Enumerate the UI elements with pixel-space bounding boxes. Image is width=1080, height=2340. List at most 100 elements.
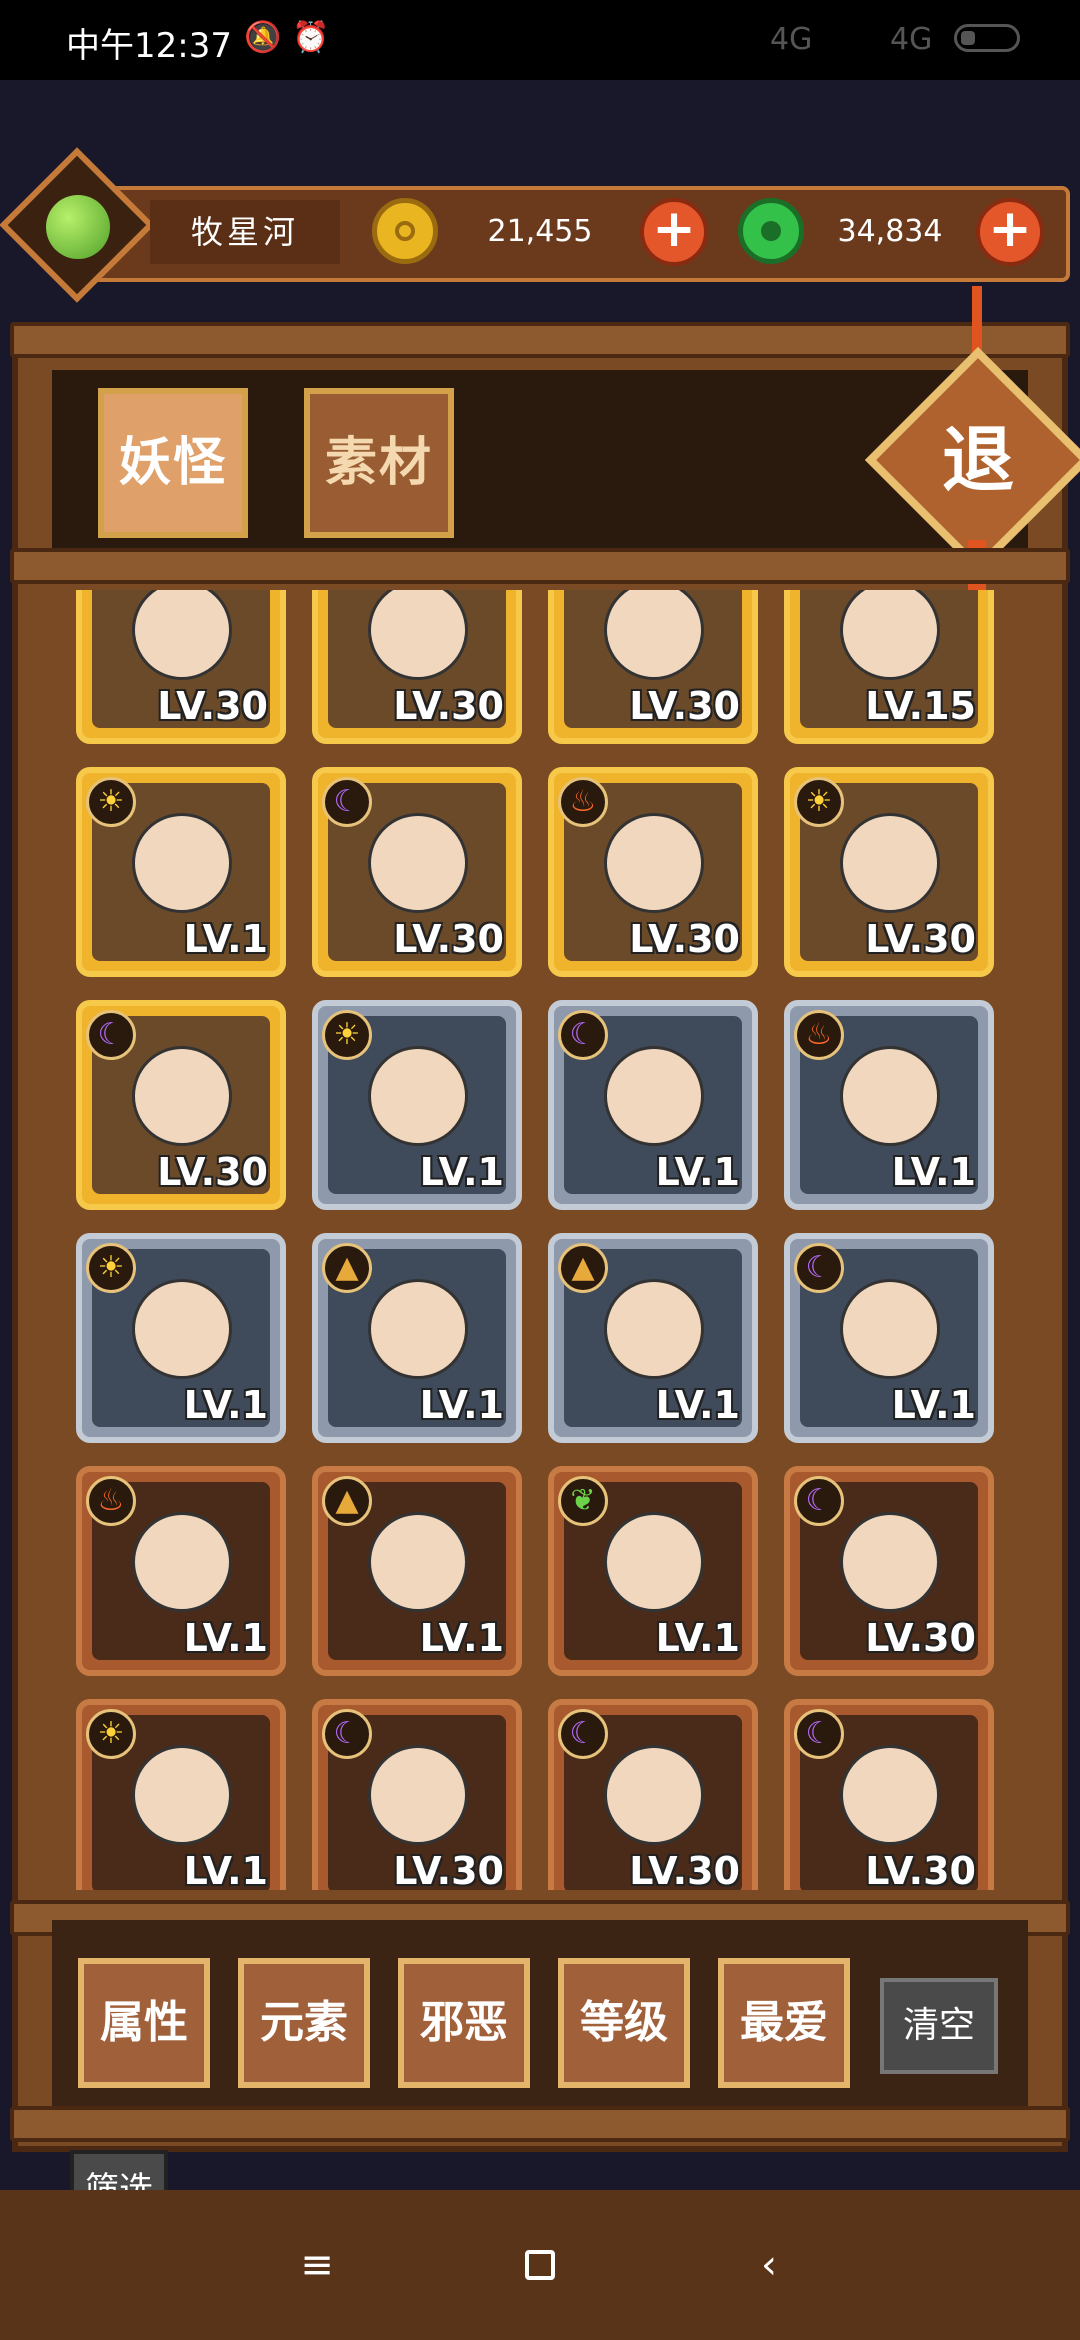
back-icon[interactable]: ‹ [734,2230,804,2300]
fire-element-icon: ♨ [794,1010,844,1060]
monster-card[interactable]: LV.15 [784,590,994,744]
moon-element-icon: ☾ [794,1243,844,1293]
monster-card[interactable]: ☀ LV.1 [76,1699,286,1890]
earth-element-icon: ▲ [558,1243,608,1293]
monster-face [840,1046,940,1146]
earth-element-icon: ▲ [322,1476,372,1526]
home-icon[interactable] [505,2230,575,2300]
jade-icon [738,198,804,264]
monster-card[interactable]: ▲ LV.1 [312,1466,522,1676]
monster-card[interactable]: ♨ LV.1 [76,1466,286,1676]
monster-card[interactable]: ☾ LV.30 [312,1699,522,1890]
monster-level: LV.30 [157,684,268,728]
monster-level: LV.30 [629,684,740,728]
status-time: 中午12:37 [66,26,232,66]
monster-face [132,1279,232,1379]
coin-icon [372,198,438,264]
filter-element-button[interactable]: 元素 [238,1958,370,2088]
player-name: 牧星河 [150,200,340,264]
monster-level: LV.30 [865,1616,976,1660]
add-jade-button[interactable]: + [976,198,1044,266]
moon-element-icon: ☾ [322,777,372,827]
moon-element-icon: ☾ [794,1709,844,1759]
monster-face [840,1745,940,1845]
clear-filter-button[interactable]: 清空 [880,1978,998,2074]
moon-element-icon: ☾ [86,1010,136,1060]
sun-element-icon: ☀ [86,1709,136,1759]
avatar[interactable] [46,195,110,259]
status-bar: 中午12:37 🔕 ⏰ 4G 4G [0,0,1080,80]
monster-card[interactable]: ☾ LV.1 [784,1233,994,1443]
monster-level: LV.30 [629,917,740,961]
monster-card[interactable]: LV.30 [312,590,522,744]
jade-amount: 34,834 [837,214,943,249]
monster-card[interactable]: ☾ LV.30 [312,767,522,977]
monster-card[interactable]: ☀ LV.1 [76,767,286,977]
moon-element-icon: ☾ [322,1709,372,1759]
frame-mid-beam [10,548,1070,584]
monster-card[interactable]: ▲ LV.1 [312,1233,522,1443]
monster-level: LV.1 [183,1616,268,1660]
monster-card[interactable]: ☾ LV.1 [548,1000,758,1210]
monster-face [604,1512,704,1612]
monster-level: LV.1 [655,1383,740,1427]
monster-grid: LV.30 LV.30 LV.30 LV.15 ☀ LV.1 ☾ LV.30 ♨ LV.30 ☀ LV… [76,590,1004,1890]
monster-card[interactable]: ▲ LV.1 [548,1233,758,1443]
monster-level: LV.1 [183,1383,268,1427]
exit-label[interactable]: 退 [898,380,1058,540]
filter-level-button[interactable]: 等级 [558,1958,690,2088]
monster-face [840,1512,940,1612]
filter-attribute-button[interactable]: 属性 [78,1958,210,2088]
monster-card[interactable]: ❦ LV.1 [548,1466,758,1676]
monster-level: LV.1 [891,1383,976,1427]
earth-element-icon: ▲ [322,1243,372,1293]
monster-card[interactable]: ♨ LV.30 [548,767,758,977]
moon-element-icon: ☾ [558,1709,608,1759]
leaf-element-icon: ❦ [558,1476,608,1526]
monster-face [368,1745,468,1845]
monster-face [368,1279,468,1379]
tab-monsters[interactable]: 妖怪 [98,388,248,538]
monster-level: LV.1 [419,1150,504,1194]
sun-element-icon: ☀ [322,1010,372,1060]
frame-base-beam [10,2106,1070,2142]
monster-level: LV.30 [393,684,504,728]
monster-face [132,1745,232,1845]
monster-face [132,1046,232,1146]
network-indicator-2: 4G [890,22,933,57]
monster-level: LV.30 [393,917,504,961]
monster-level: LV.30 [865,917,976,961]
coin-amount: 21,455 [487,214,593,249]
monster-level: LV.30 [393,1849,504,1890]
monster-face [368,1046,468,1146]
battery-icon [954,24,1020,52]
monster-level: LV.1 [655,1150,740,1194]
monster-card[interactable]: ☀ LV.1 [76,1233,286,1443]
monster-card[interactable]: LV.30 [76,590,286,744]
mute-icon: 🔕 [244,20,282,55]
tab-materials[interactable]: 素材 [304,388,454,538]
monster-card[interactable]: ☾ LV.30 [76,1000,286,1210]
monster-face [604,813,704,913]
sun-element-icon: ☀ [794,777,844,827]
monster-card[interactable]: ☀ LV.30 [784,767,994,977]
monster-card[interactable]: ♨ LV.1 [784,1000,994,1210]
moon-element-icon: ☾ [558,1010,608,1060]
sun-element-icon: ☀ [86,777,136,827]
menu-icon[interactable]: ≡ [282,2230,352,2300]
monster-card[interactable]: LV.30 [548,590,758,744]
filter-favorite-button[interactable]: 最爱 [718,1958,850,2088]
network-indicator-1: 4G [770,22,813,57]
monster-level: LV.1 [419,1616,504,1660]
monster-card[interactable]: ☀ LV.1 [312,1000,522,1210]
add-coins-button[interactable]: + [640,198,708,266]
filter-evil-button[interactable]: 邪恶 [398,1958,530,2088]
monster-card[interactable]: ☾ LV.30 [784,1699,994,1890]
monster-card[interactable]: ☾ LV.30 [548,1699,758,1890]
monster-face [132,813,232,913]
monster-face [132,1512,232,1612]
fire-element-icon: ♨ [86,1476,136,1526]
monster-card[interactable]: ☾ LV.30 [784,1466,994,1676]
fire-element-icon: ♨ [558,777,608,827]
monster-level: LV.1 [419,1383,504,1427]
